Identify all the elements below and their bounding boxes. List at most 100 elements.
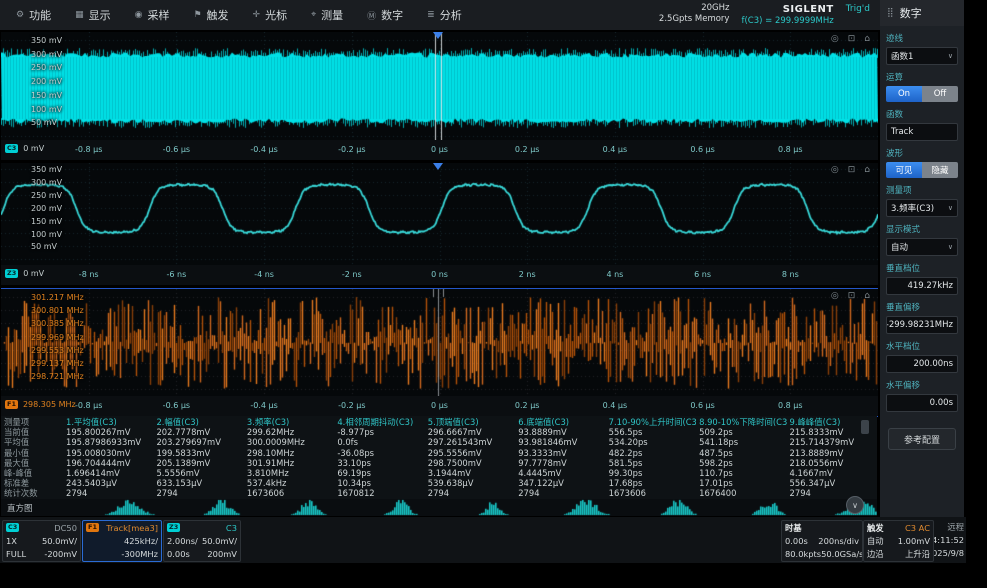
table-value-cell: 295.5556mV: [427, 447, 482, 458]
expand-icon[interactable]: ⊡: [848, 34, 856, 44]
f1-function: Track[mea3]: [106, 522, 158, 533]
menu-item-5[interactable]: ✛ 光标: [253, 7, 288, 23]
waveform-toggle[interactable]: 可见 隐藏: [886, 162, 958, 178]
timebase-box[interactable]: 时基 0.00s 200ns/div 80.0kpts 50.0GSa/s: [781, 520, 863, 562]
zoom-trigger-marker[interactable]: [433, 163, 443, 170]
menu-item-label: 触发: [206, 9, 229, 22]
menu-item-3[interactable]: ◉ 采样: [135, 7, 170, 23]
function-value[interactable]: Track: [886, 123, 958, 141]
c3-bandwidth: FULL: [6, 548, 27, 559]
waveform-visible[interactable]: 可见: [886, 162, 922, 178]
measure-item-select[interactable]: 3.频率(C3) ∨: [886, 199, 958, 217]
menu-item-2[interactable]: ▦ 显示: [75, 7, 111, 23]
digital-sidebar: ⣿ 数字 迹线 函数1 ∨ 运算 On Off 函数 Track 波形 可见 隐…: [880, 0, 964, 517]
hoffset-value: 0.00s: [929, 398, 953, 408]
track-waveform-plot[interactable]: [1, 289, 878, 396]
camera-icon[interactable]: ◎: [831, 34, 839, 44]
expand-icon[interactable]: ⊡: [848, 291, 856, 301]
menu-item-6[interactable]: ⌖ 测量: [311, 7, 343, 23]
panel1-zero-label: 0 mV: [23, 144, 45, 153]
trigger-status-badge: Trig'd: [845, 3, 870, 14]
panel1-corner-tools: ◎ ⊡ ⌂: [831, 34, 870, 44]
table-value-cell: 1670812: [337, 488, 375, 499]
table-value-cell: 93.8889mV: [518, 427, 567, 438]
channel-marker-icon[interactable]: C3: [5, 144, 19, 153]
trace-select-value: 函数1: [891, 52, 914, 62]
drag-handle-icon[interactable]: ⣿: [887, 8, 894, 18]
x-axis-label: 0.8 µs: [778, 401, 803, 410]
table-row-label: 统计次数: [4, 488, 38, 499]
table-value-cell: 97.7778mV: [518, 457, 567, 468]
sidebar-header[interactable]: ⣿ 数字: [880, 0, 964, 26]
home-icon[interactable]: ⌂: [864, 291, 870, 301]
table-value-cell: 2794: [66, 488, 88, 499]
zoom-marker-icon[interactable]: Z3: [5, 269, 19, 278]
display-mode-label: 显示模式: [886, 225, 921, 235]
table-value-cell: 509.2ps: [699, 427, 733, 438]
panel3-x-axis: F1 298.305 MHz -0.8 µs -0.6 µs -0.4 µs -0.2…: [1, 396, 878, 416]
table-value-cell: 298.7500mV: [427, 457, 482, 468]
trigger-freq-readout: f(C3) = 299.9999MHz: [741, 15, 834, 26]
voffset-label: 垂直偏移: [886, 303, 921, 313]
c3-probe: 1X: [6, 535, 17, 546]
waveform-hidden[interactable]: 隐藏: [922, 162, 958, 178]
operation-on[interactable]: On: [886, 86, 922, 102]
home-icon[interactable]: ⌂: [864, 165, 870, 175]
operation-off[interactable]: Off: [922, 86, 958, 102]
zoom-waveform-plot[interactable]: [1, 163, 878, 265]
table-value-cell: 218.0556mV: [789, 457, 844, 468]
zoom-z3-box[interactable]: Z3 C3 2.00ns/50.0mV/ 0.00s 200mV: [163, 520, 241, 562]
menu-item-8[interactable]: ≣ 分析: [427, 7, 462, 23]
operation-toggle[interactable]: On Off: [886, 86, 958, 102]
table-value-cell: 2794: [518, 488, 540, 499]
menu-item-1[interactable]: ⚙ 功能: [16, 7, 51, 23]
table-value-cell: 69.19ps: [337, 467, 371, 478]
clock-box: 远程 14:11:52 2025/9/8: [934, 520, 965, 560]
trigger-type: 边沿: [867, 548, 884, 559]
x-axis-label: 6 ns: [694, 270, 712, 279]
hoffset-label: 水平偏移: [886, 381, 921, 391]
menu-item-4[interactable]: ⚑ 触发: [193, 7, 228, 23]
hoffset-field[interactable]: 0.00s: [886, 394, 958, 412]
table-value-cell: 10.34ps: [337, 478, 371, 489]
table-row-label: 峰-峰值: [4, 467, 33, 478]
trigger-box[interactable]: 触发 C3 AC 自动 1.00mV 边沿 上升沿: [863, 520, 934, 562]
menu-item-label: 光标: [265, 9, 288, 22]
camera-icon[interactable]: ◎: [831, 291, 839, 301]
expand-icon[interactable]: ⊡: [848, 165, 856, 175]
scroll-down-button[interactable]: ∨: [846, 496, 864, 514]
histogram-canvas: [57, 499, 877, 516]
channel-c3-box[interactable]: C3 DC50 1X 50.0mV/ FULL -200mV: [2, 520, 81, 562]
function-f1-box[interactable]: F1 Track[mea3] 425kHz/ -300MHz: [82, 520, 162, 562]
home-icon[interactable]: ⌂: [864, 34, 870, 44]
table-value-cell: 1.696414mV: [66, 467, 120, 478]
trace-select[interactable]: 函数1 ∨: [886, 47, 958, 65]
camera-icon[interactable]: ◎: [831, 165, 839, 175]
trigger-position-marker[interactable]: [433, 32, 443, 39]
panel2-axis-left: Z3 0 mV: [5, 269, 44, 278]
f1-scale: 425kHz/: [123, 535, 158, 546]
x-axis-label: -6 ns: [166, 270, 187, 279]
y-axis-label: 298.721 MHz: [31, 372, 84, 382]
table-value-cell: 1673606: [608, 488, 646, 499]
main-waveform-plot[interactable]: [1, 32, 878, 140]
y-axis-label: 150 mV: [31, 216, 63, 226]
voffset-field[interactable]: -299.98231MHz: [886, 316, 958, 334]
function-marker-icon[interactable]: F1: [5, 400, 18, 409]
y-axis-label: 300.385 MHz: [31, 319, 84, 329]
digital-icon: Ⓜ: [367, 11, 377, 22]
menu-item-7[interactable]: Ⓜ 数字: [367, 7, 403, 23]
table-header-cell: 4.相邻周期抖动(C3): [337, 417, 414, 427]
acquisition-info: 20GHz 2.5Gpts Memory: [659, 3, 730, 25]
table-value-cell: 487.5ps: [699, 447, 733, 458]
x-axis-label: 0 ns: [431, 270, 448, 279]
display-mode-select[interactable]: 自动 ∨: [886, 238, 958, 256]
table-value-cell: 17.68ps: [608, 478, 643, 489]
table-header-cell: 5.顶端值(C3): [427, 417, 479, 427]
vscale-field[interactable]: 419.27kHz: [886, 277, 958, 295]
reference-config-button[interactable]: 参考配置: [888, 428, 956, 450]
hscale-field[interactable]: 200.00ns: [886, 355, 958, 373]
panel3-axis-left: F1 298.305 MHz: [5, 400, 76, 409]
table-scrollbar[interactable]: [861, 420, 869, 434]
f1-badge: F1: [86, 523, 99, 532]
